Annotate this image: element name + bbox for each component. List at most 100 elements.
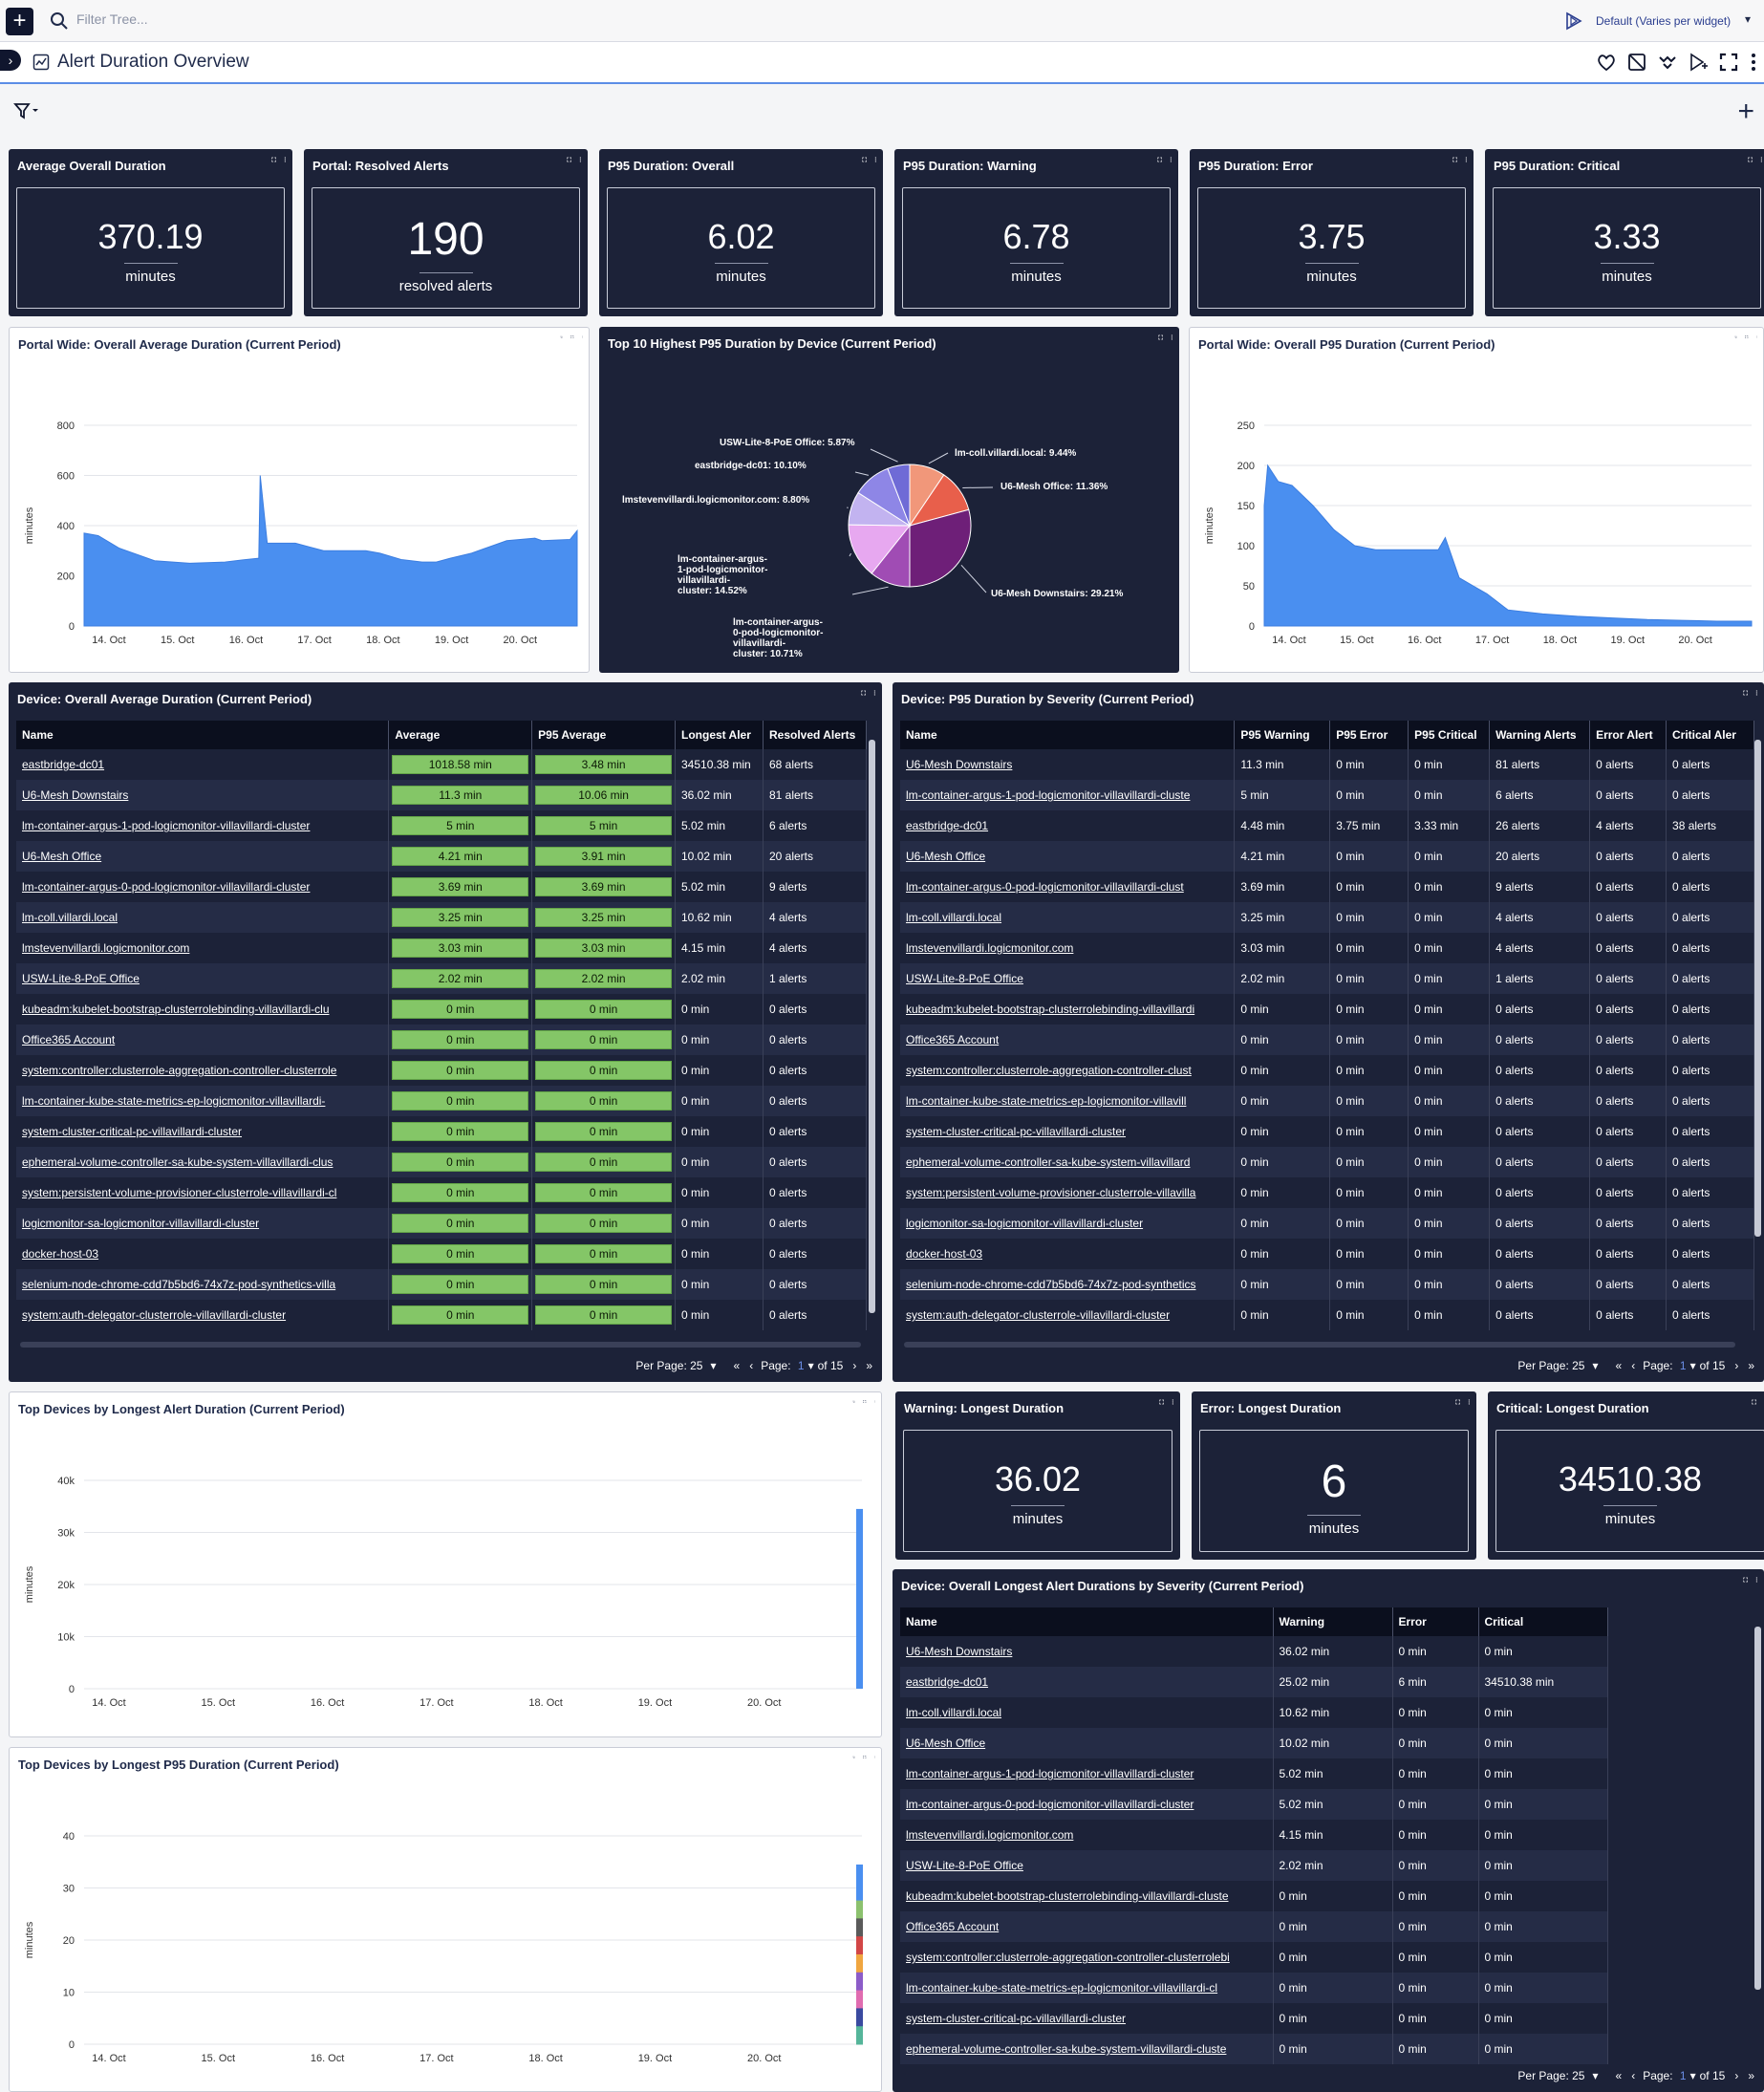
- device-link[interactable]: lmstevenvillardi.logicmonitor.com: [900, 933, 1236, 963]
- filter-tree-input[interactable]: Filter Tree...: [76, 11, 148, 27]
- device-link[interactable]: logicmonitor-sa-logicmonitor-villavillar…: [16, 1208, 390, 1239]
- fullscreen-icon[interactable]: [863, 1756, 867, 1759]
- device-link[interactable]: kubeadm:kubelet-bootstrap-clusterrolebin…: [900, 1881, 1274, 1911]
- fullscreen-icon[interactable]: [567, 157, 572, 162]
- device-link[interactable]: docker-host-03: [900, 1239, 1236, 1269]
- chevron-down-icon[interactable]: ▾: [710, 1359, 716, 1372]
- fullscreen-icon[interactable]: [1743, 1577, 1749, 1583]
- device-link[interactable]: system:persistent-volume-provisioner-clu…: [16, 1177, 390, 1208]
- more-options-icon[interactable]: [1170, 157, 1172, 162]
- device-link[interactable]: selenium-node-chrome-cdd7b5bd6-74x7z-pod…: [16, 1269, 390, 1300]
- more-options-icon[interactable]: [1755, 690, 1758, 696]
- more-options-icon[interactable]: [1171, 334, 1173, 340]
- collapse-all-icon[interactable]: [1657, 52, 1678, 73]
- add-widget-icon[interactable]: +: [1737, 96, 1754, 128]
- device-link[interactable]: lm-container-kube-state-metrics-ep-logic…: [16, 1086, 390, 1116]
- fullscreen-icon[interactable]: [570, 335, 574, 339]
- column-header[interactable]: P95 Error: [1329, 721, 1409, 749]
- device-link[interactable]: lm-container-kube-state-metrics-ep-logic…: [900, 1973, 1274, 2003]
- bar-segment[interactable]: [856, 2008, 863, 2027]
- device-link[interactable]: eastbridge-dc01: [16, 749, 390, 780]
- column-header[interactable]: P95 Critical: [1408, 721, 1491, 749]
- device-link[interactable]: U6-Mesh Office: [16, 841, 390, 872]
- device-link[interactable]: selenium-node-chrome-cdd7b5bd6-74x7z-pod…: [900, 1269, 1236, 1300]
- more-options-icon[interactable]: [1172, 1399, 1174, 1405]
- device-link[interactable]: USW-Lite-8-PoE Office: [900, 1850, 1274, 1881]
- more-options-icon[interactable]: [1468, 1399, 1471, 1405]
- more-options-icon[interactable]: [1760, 157, 1763, 162]
- chevron-down-icon[interactable]: ▾: [1690, 1359, 1696, 1372]
- device-link[interactable]: system:auth-delegator-clusterrole-villav…: [900, 1300, 1236, 1330]
- next-page-icon[interactable]: ›: [1734, 1359, 1738, 1372]
- device-link[interactable]: USW-Lite-8-PoE Office: [16, 963, 390, 994]
- column-header[interactable]: P95 Warning: [1234, 721, 1331, 749]
- column-header[interactable]: Warning Alerts: [1489, 721, 1591, 749]
- fullscreen-icon[interactable]: [1157, 157, 1163, 162]
- bar-segment[interactable]: [856, 1936, 863, 1955]
- bar[interactable]: [856, 1508, 863, 1689]
- device-link[interactable]: system-cluster-critical-pc-villavillardi…: [16, 1116, 390, 1147]
- last-page-icon[interactable]: »: [866, 1359, 872, 1372]
- last-page-icon[interactable]: »: [1748, 2069, 1754, 2082]
- more-options-icon[interactable]: [1755, 1577, 1758, 1583]
- legend-toggle-icon[interactable]: [560, 335, 563, 339]
- fullscreen-icon[interactable]: [863, 1400, 867, 1404]
- add-button[interactable]: +: [6, 8, 33, 35]
- fullscreen-icon[interactable]: [1743, 690, 1749, 696]
- fullscreen-icon[interactable]: [862, 157, 868, 162]
- device-link[interactable]: system:controller:clusterrole-aggregatio…: [900, 1942, 1274, 1973]
- more-options-icon[interactable]: [582, 335, 583, 338]
- device-link[interactable]: U6-Mesh Office: [900, 1728, 1274, 1758]
- bar-segment[interactable]: [856, 1953, 863, 1973]
- column-header[interactable]: Average: [388, 721, 533, 749]
- device-link[interactable]: lm-container-argus-1-pod-logicmonitor-vi…: [16, 810, 390, 841]
- first-page-icon[interactable]: «: [1616, 2069, 1623, 2082]
- device-link[interactable]: Office365 Account: [900, 1024, 1236, 1055]
- more-options-icon[interactable]: [873, 690, 876, 696]
- fullscreen-icon[interactable]: [1158, 334, 1164, 340]
- column-header[interactable]: Resolved Alerts: [763, 721, 867, 749]
- first-page-icon[interactable]: «: [734, 1359, 741, 1372]
- device-link[interactable]: lmstevenvillardi.logicmonitor.com: [16, 933, 390, 963]
- device-link[interactable]: docker-host-03: [16, 1239, 390, 1269]
- fullscreen-icon[interactable]: [1748, 157, 1753, 162]
- device-link[interactable]: ephemeral-volume-controller-sa-kube-syst…: [16, 1147, 390, 1177]
- bar-segment[interactable]: [856, 1864, 863, 1884]
- chevron-down-icon[interactable]: ▾: [808, 1359, 814, 1372]
- device-link[interactable]: kubeadm:kubelet-bootstrap-clusterrolebin…: [900, 994, 1236, 1024]
- fullscreen-icon[interactable]: [861, 690, 867, 696]
- nav-toggle-chevron-icon[interactable]: ›: [0, 50, 21, 71]
- fullscreen-icon[interactable]: [1718, 52, 1739, 73]
- chevron-down-icon[interactable]: ▾: [1690, 2069, 1696, 2082]
- device-link[interactable]: system:persistent-volume-provisioner-clu…: [900, 1177, 1236, 1208]
- area-series[interactable]: [83, 475, 578, 627]
- legend-toggle-icon[interactable]: [1734, 335, 1737, 339]
- per-page-select[interactable]: Per Page: 25: [1517, 2069, 1584, 2082]
- device-link[interactable]: U6-Mesh Downstairs: [900, 749, 1236, 780]
- device-link[interactable]: Office365 Account: [16, 1024, 390, 1055]
- hide-widget-icon[interactable]: [1626, 52, 1647, 73]
- device-link[interactable]: U6-Mesh Downstairs: [900, 1636, 1274, 1667]
- more-options-icon[interactable]: [1749, 52, 1758, 73]
- device-link[interactable]: ephemeral-volume-controller-sa-kube-syst…: [900, 2034, 1274, 2064]
- page-input[interactable]: 1: [798, 1359, 805, 1372]
- bar-segment[interactable]: [856, 1972, 863, 1992]
- slideshow-play-icon[interactable]: [1688, 52, 1709, 73]
- chevron-down-icon[interactable]: ▾: [1592, 2069, 1598, 2082]
- first-page-icon[interactable]: «: [1616, 1359, 1623, 1372]
- column-header[interactable]: Name: [900, 1607, 1274, 1636]
- device-link[interactable]: lm-container-kube-state-metrics-ep-logic…: [900, 1086, 1236, 1116]
- column-header[interactable]: Error Alert: [1589, 721, 1667, 749]
- prev-page-icon[interactable]: ‹: [1631, 2069, 1635, 2082]
- more-options-icon[interactable]: [1465, 157, 1468, 162]
- column-header[interactable]: Longest Aler: [675, 721, 764, 749]
- filter-funnel-icon[interactable]: [13, 101, 38, 120]
- device-link[interactable]: lm-container-argus-1-pod-logicmonitor-vi…: [900, 780, 1236, 810]
- column-header[interactable]: Warning: [1273, 1607, 1393, 1636]
- last-page-icon[interactable]: »: [1748, 1359, 1754, 1372]
- vertical-scrollbar[interactable]: [1754, 1627, 1761, 1990]
- column-header[interactable]: Name: [16, 721, 390, 749]
- horizontal-scrollbar[interactable]: [904, 1342, 1735, 1348]
- horizontal-scrollbar[interactable]: [20, 1342, 861, 1348]
- bar-segment[interactable]: [856, 1990, 863, 2009]
